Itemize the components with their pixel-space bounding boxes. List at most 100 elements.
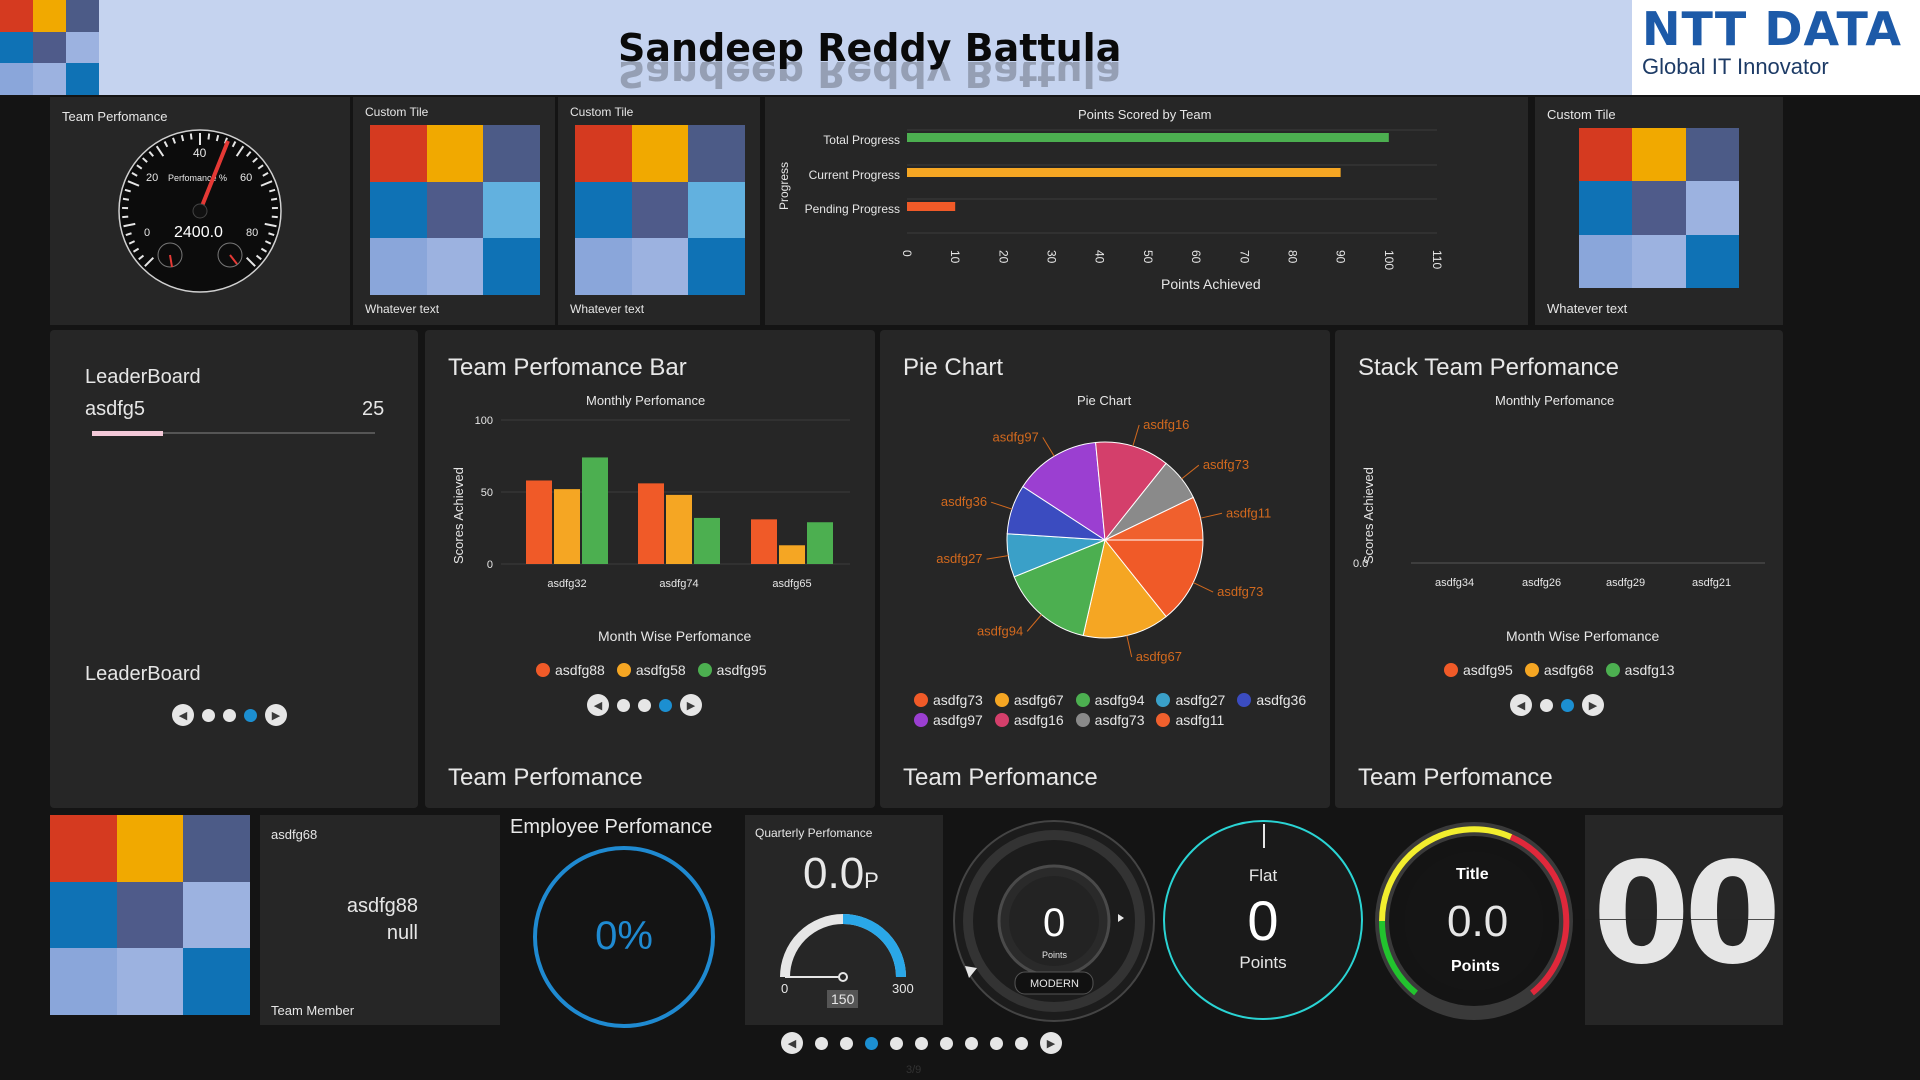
legend-label: asdfg68 <box>1543 662 1594 678</box>
bar-category-label: asdfg65 <box>772 578 811 590</box>
hbar-tick-label: 10 <box>948 250 962 264</box>
pager-dot[interactable] <box>890 1036 903 1050</box>
custom-tile-2[interactable]: Custom Tile Whatever text <box>558 97 760 325</box>
legend-swatch <box>616 663 631 677</box>
pie-leader-line <box>1200 512 1223 519</box>
legend-label: asdfg97 <box>933 712 983 728</box>
pager-dot[interactable] <box>617 698 630 712</box>
pager-dot[interactable] <box>915 1036 928 1050</box>
custom-tile-3[interactable]: Custom Tile Whatever text <box>1535 97 1783 325</box>
team-member-header: asdfg68 <box>271 827 318 842</box>
pager-prev-button[interactable]: ◀ <box>1510 694 1532 716</box>
pie-slice-label: asdfg36 <box>941 494 987 509</box>
bar-category-label: asdfg32 <box>547 578 586 590</box>
stack-team-performance-panel[interactable]: Stack Team Perfomance Monthly Perfomance… <box>1335 330 1783 808</box>
legend-swatch <box>536 663 550 677</box>
pager-dot-active[interactable] <box>865 1036 878 1050</box>
pager-dot-active[interactable] <box>1561 698 1574 712</box>
pager-dot-active[interactable] <box>244 708 257 722</box>
flip-clock-tile[interactable]: 00 <box>1585 815 1783 1025</box>
legend-label: asdfg73 <box>933 692 983 708</box>
pager-dot[interactable] <box>815 1036 828 1050</box>
pie-chart-panel[interactable]: Pie Chart Pie Chart asdfg73 asdfg67 asdfg9… <box>880 330 1330 808</box>
pager-dot[interactable] <box>940 1036 953 1050</box>
legend-swatch <box>1156 713 1171 727</box>
stack-cat-1: asdfg34 <box>1435 577 1474 589</box>
pager-next-button[interactable]: ▶ <box>265 704 287 726</box>
pager-prev-button[interactable]: ◀ <box>172 704 194 726</box>
pager-next-button[interactable]: ▶ <box>1040 1032 1062 1054</box>
pie-slice-label: asdfg67 <box>1136 649 1182 664</box>
title-gauge-value: 0.0 <box>1447 897 1508 946</box>
legend-item: asdfg95 <box>1444 662 1513 678</box>
bar-chart-bar <box>666 494 692 564</box>
legend-item: asdfg13 <box>1605 662 1675 678</box>
quarterly-performance-tile[interactable]: Quarterly Perfomance 0.0P 0 300 150 <box>745 815 943 1025</box>
pager-dot[interactable] <box>223 708 236 722</box>
modern-gauge: 0 Points MODERN <box>953 820 1155 1022</box>
title-gauge-unit: Points <box>1451 958 1500 975</box>
bar-chart-bar <box>751 519 777 564</box>
custom-tile-1-mosaic <box>370 125 540 295</box>
legend-item: asdfg88 <box>536 662 605 678</box>
pie-leader-line <box>986 555 1009 560</box>
bar-chart-legend: asdfg88 asdfg58 asdfg95 <box>536 662 766 678</box>
hbar-category-label: Pending Progress <box>805 202 900 216</box>
pager-dot[interactable] <box>965 1036 978 1050</box>
legend-swatch <box>1237 693 1252 707</box>
team-performance-bar-panel[interactable]: Team Perfomance Bar Monthly Perfomance S… <box>425 330 875 808</box>
pager-dot-active[interactable] <box>659 698 672 712</box>
pie-slice-label: asdfg27 <box>936 551 982 566</box>
flip-clock-value: 00 <box>1592 833 1782 996</box>
legend-label: asdfg88 <box>555 662 605 678</box>
hbar-tick-label: 90 <box>1334 250 1348 264</box>
pager-dot[interactable] <box>1015 1036 1028 1050</box>
pie-leader-line <box>1132 424 1140 447</box>
hbar-bar <box>907 168 1341 177</box>
pager-dot[interactable] <box>638 698 651 712</box>
pager-next-button[interactable]: ▶ <box>1582 694 1604 716</box>
legend-label: asdfg67 <box>1013 692 1064 708</box>
hbar-xlabel: Points Achieved <box>1161 276 1261 292</box>
leaderboard-panel[interactable]: LeaderBoard asdfg5 25 LeaderBoard ◀ ▶ <box>50 330 418 808</box>
gauge-tick-mark <box>207 133 211 140</box>
stack-cat-3: asdfg29 <box>1606 577 1645 589</box>
custom-tile-1-footer: Whatever text <box>365 302 440 316</box>
pager-dot[interactable] <box>990 1036 1003 1050</box>
pager-dot[interactable] <box>840 1036 853 1050</box>
pager-dot[interactable] <box>1540 698 1553 712</box>
pager-prev-button[interactable]: ◀ <box>781 1032 803 1054</box>
bar-chart-bar <box>638 483 664 564</box>
hbar-tick-label: 100 <box>1382 250 1396 270</box>
legend-item: asdfg68 <box>1524 662 1594 678</box>
legend-label: asdfg13 <box>1624 662 1675 678</box>
legend-label: asdfg11 <box>1175 712 1225 728</box>
gauge-tick-mark <box>122 197 130 201</box>
legend-swatch <box>994 693 1009 707</box>
leaderboard-footer: LeaderBoard <box>85 663 201 685</box>
leaderboard-entry-name: asdfg5 <box>85 398 146 420</box>
page-title-reflection: Sandeep Reddy Battula <box>618 62 1122 95</box>
gauge-tile[interactable]: Team Perfomance 0 20 40 60 80 Perfomance… <box>50 97 350 325</box>
bar-ytick-label: 100 <box>475 415 493 427</box>
pie-leader-line <box>990 501 1013 510</box>
modern-gauge-unit: Points <box>1042 950 1068 960</box>
pager-dot[interactable] <box>202 708 215 722</box>
quarterly-min: 0 <box>781 981 789 996</box>
hbar-category-label: Total Progress <box>823 133 900 147</box>
flat-gauge-value: 0 <box>1247 889 1279 952</box>
image-tile-mosaic[interactable] <box>50 815 250 1015</box>
modern-gauge-badge: MODERN <box>1030 978 1079 990</box>
pie-leader-line <box>1042 437 1055 457</box>
pie-panel-title: Pie Chart <box>903 354 1004 381</box>
hbar-tick-label: 60 <box>1189 250 1203 264</box>
custom-tile-1-label: Custom Tile <box>365 105 429 119</box>
gauge-tick-mark <box>180 134 185 142</box>
pager-next-button[interactable]: ▶ <box>680 694 702 716</box>
team-member-value: null <box>386 922 418 944</box>
pager-prev-button[interactable]: ◀ <box>587 694 609 716</box>
points-scored-chart-tile[interactable]: Points Scored by Team Progress Points Ac… <box>765 97 1528 325</box>
custom-tile-1[interactable]: Custom Tile Whatever text <box>353 97 555 325</box>
custom-tile-2-label: Custom Tile <box>570 105 634 119</box>
team-member-tile[interactable]: asdfg68 asdfg88 null Team Member <box>260 815 500 1025</box>
